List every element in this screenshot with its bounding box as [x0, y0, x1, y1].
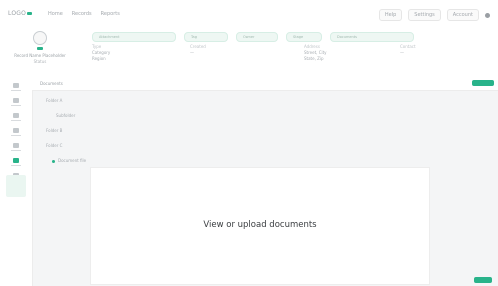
field-column: Contact — — [400, 44, 416, 56]
chip[interactable]: Attachment — [92, 32, 176, 42]
chip[interactable]: Owner — [236, 32, 278, 42]
account-button[interactable]: Account — [446, 9, 479, 21]
record-avatar-icon — [33, 31, 47, 45]
help-button[interactable]: Help — [378, 9, 403, 21]
tree-item-file[interactable]: Document file — [52, 158, 86, 163]
status-badge — [37, 47, 43, 50]
file-icon — [52, 159, 55, 163]
settings-button[interactable]: Settings — [408, 9, 441, 21]
field-value: State, Zip — [304, 56, 324, 61]
tree-item-label: Document file — [58, 158, 87, 163]
user-avatar-icon[interactable] — [485, 12, 490, 18]
logo-mark-icon — [27, 12, 33, 15]
folder-tree: Folder A Subfolder Folder B Folder C Doc… — [46, 98, 86, 173]
document-viewer[interactable]: View or upload documents — [90, 167, 430, 285]
sidebar-item-info[interactable] — [9, 98, 23, 108]
record-status: Status — [33, 59, 47, 64]
sidebar-item-docs[interactable] — [9, 158, 23, 168]
tree-item[interactable]: Subfolder — [56, 113, 86, 118]
top-nav-item[interactable]: Reports — [101, 11, 120, 17]
chip[interactable]: Documents — [330, 32, 414, 42]
field-column: Type Category Region — [92, 44, 110, 62]
sidebar — [0, 78, 33, 286]
upload-button[interactable] — [472, 80, 494, 86]
info-icon — [13, 98, 19, 103]
home-icon — [13, 83, 19, 88]
top-nav-item[interactable]: Records — [72, 11, 92, 17]
sidebar-active-highlight — [6, 175, 26, 197]
field-value: — — [190, 50, 194, 55]
notes-icon — [13, 128, 19, 133]
sidebar-item-notes[interactable] — [9, 128, 23, 138]
sidebar-item-label — [11, 90, 21, 91]
sidebar-item-label — [11, 150, 21, 151]
page-title: Documents — [40, 81, 63, 86]
sidebar-item-activity[interactable] — [9, 143, 23, 153]
sidebar-item-label — [11, 120, 21, 121]
top-nav-item[interactable]: Home — [48, 11, 63, 17]
sidebar-item-label — [11, 165, 21, 166]
sidebar-item-label — [11, 105, 21, 106]
record-header: Record Name Placeholder Status Attachmen… — [0, 28, 498, 79]
top-right-actions: Help Settings Account — [378, 9, 490, 21]
app-logo-text: LOGO — [8, 10, 27, 17]
tree-item[interactable]: Folder A — [46, 98, 86, 103]
top-nav: Home Records Reports — [48, 11, 120, 17]
field-value: — — [400, 50, 404, 55]
record-identity: Record Name Placeholder Status — [10, 31, 70, 64]
chip[interactable]: Stage — [286, 32, 322, 42]
sidebar-item-tasks[interactable] — [9, 113, 23, 123]
field-column: Address Street, City State, Zip — [304, 44, 327, 62]
sidebar-item-label — [11, 135, 21, 136]
activity-icon — [13, 143, 19, 148]
app-logo[interactable]: LOGO — [8, 10, 33, 17]
documents-icon — [13, 158, 19, 163]
tree-item[interactable]: Folder B — [46, 128, 86, 133]
record-chips: Attachment Tag Owner Stage Documents — [92, 32, 414, 42]
field-value: Region — [92, 56, 106, 61]
record-name: Record Name Placeholder — [14, 53, 66, 58]
main-content: Documents Folder A Subfolder Folder B Fo… — [32, 78, 498, 286]
field-column: Created — — [190, 44, 206, 56]
action-button[interactable] — [474, 277, 492, 283]
tree-item[interactable]: Folder C — [46, 143, 86, 148]
chip[interactable]: Tag — [184, 32, 228, 42]
top-bar: LOGO Home Records Reports Help Settings … — [0, 0, 498, 29]
tasks-icon — [13, 113, 19, 118]
viewer-message: View or upload documents — [203, 220, 317, 230]
main-header: Documents — [32, 78, 498, 91]
sidebar-item-home[interactable] — [9, 83, 23, 93]
